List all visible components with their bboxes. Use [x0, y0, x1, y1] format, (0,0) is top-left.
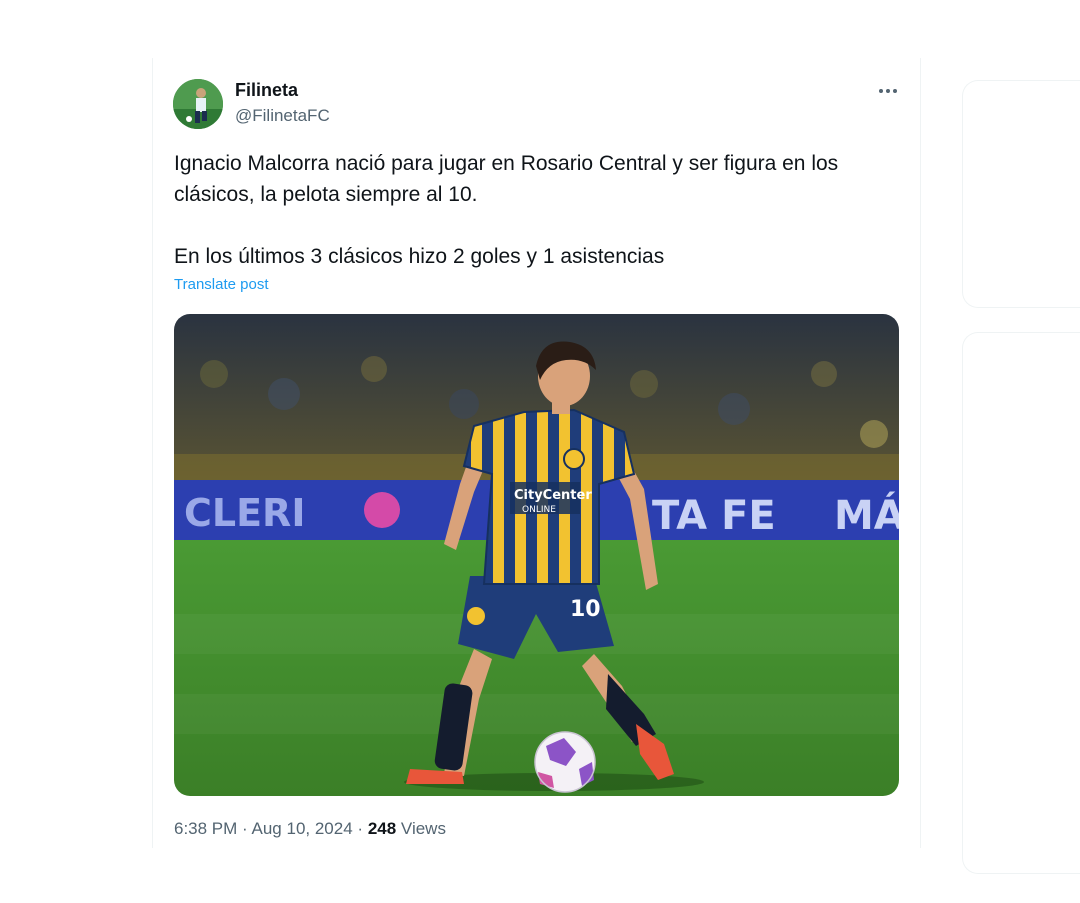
meta-separator: · — [242, 819, 248, 838]
translate-post-link[interactable]: Translate post — [174, 276, 269, 293]
post-text-line: En los últimos 3 clásicos hizo 2 goles y… — [174, 245, 665, 268]
post-date[interactable]: Aug 10, 2024 — [252, 819, 353, 838]
football-player-photo: CLERI TA FE MÁ 10 CityCenter ONLINE — [174, 314, 899, 796]
views-count: 248 — [367, 819, 397, 838]
shorts-number: 10 — [570, 597, 601, 622]
author-handle[interactable]: @FilinetaFC — [235, 106, 330, 126]
soccer-ball — [534, 731, 596, 793]
post-time[interactable]: 6:38 PM — [174, 819, 237, 838]
more-dot — [893, 89, 897, 93]
meta-separator: · — [357, 819, 364, 838]
avatar-image — [173, 79, 223, 129]
views-label: Views — [400, 819, 446, 838]
post-media-image[interactable]: CLERI TA FE MÁ 10 CityCenter ONLINE — [174, 314, 899, 796]
jersey-sponsor: CityCenter — [514, 488, 592, 503]
sidebar-card — [962, 80, 1080, 308]
post-meta: 6:38 PM · Aug 10, 2024 · 248 Views — [174, 819, 446, 839]
author-display-name[interactable]: Filineta — [235, 80, 298, 101]
post-text-line: Ignacio Malcorra nació para jugar en Ros… — [174, 152, 839, 206]
jersey-sponsor-sub: ONLINE — [522, 505, 556, 515]
more-dots-icon — [879, 89, 883, 93]
avatar[interactable] — [173, 79, 223, 129]
ad-board-text: CLERI — [184, 491, 305, 535]
ad-board-text: MÁ — [834, 491, 899, 539]
more-dot — [886, 89, 890, 93]
post-text: Ignacio Malcorra nació para jugar en Ros… — [174, 148, 904, 272]
sidebar-card — [962, 332, 1080, 874]
more-options-button[interactable] — [870, 80, 906, 102]
ad-board-text: TA FE — [652, 493, 776, 539]
